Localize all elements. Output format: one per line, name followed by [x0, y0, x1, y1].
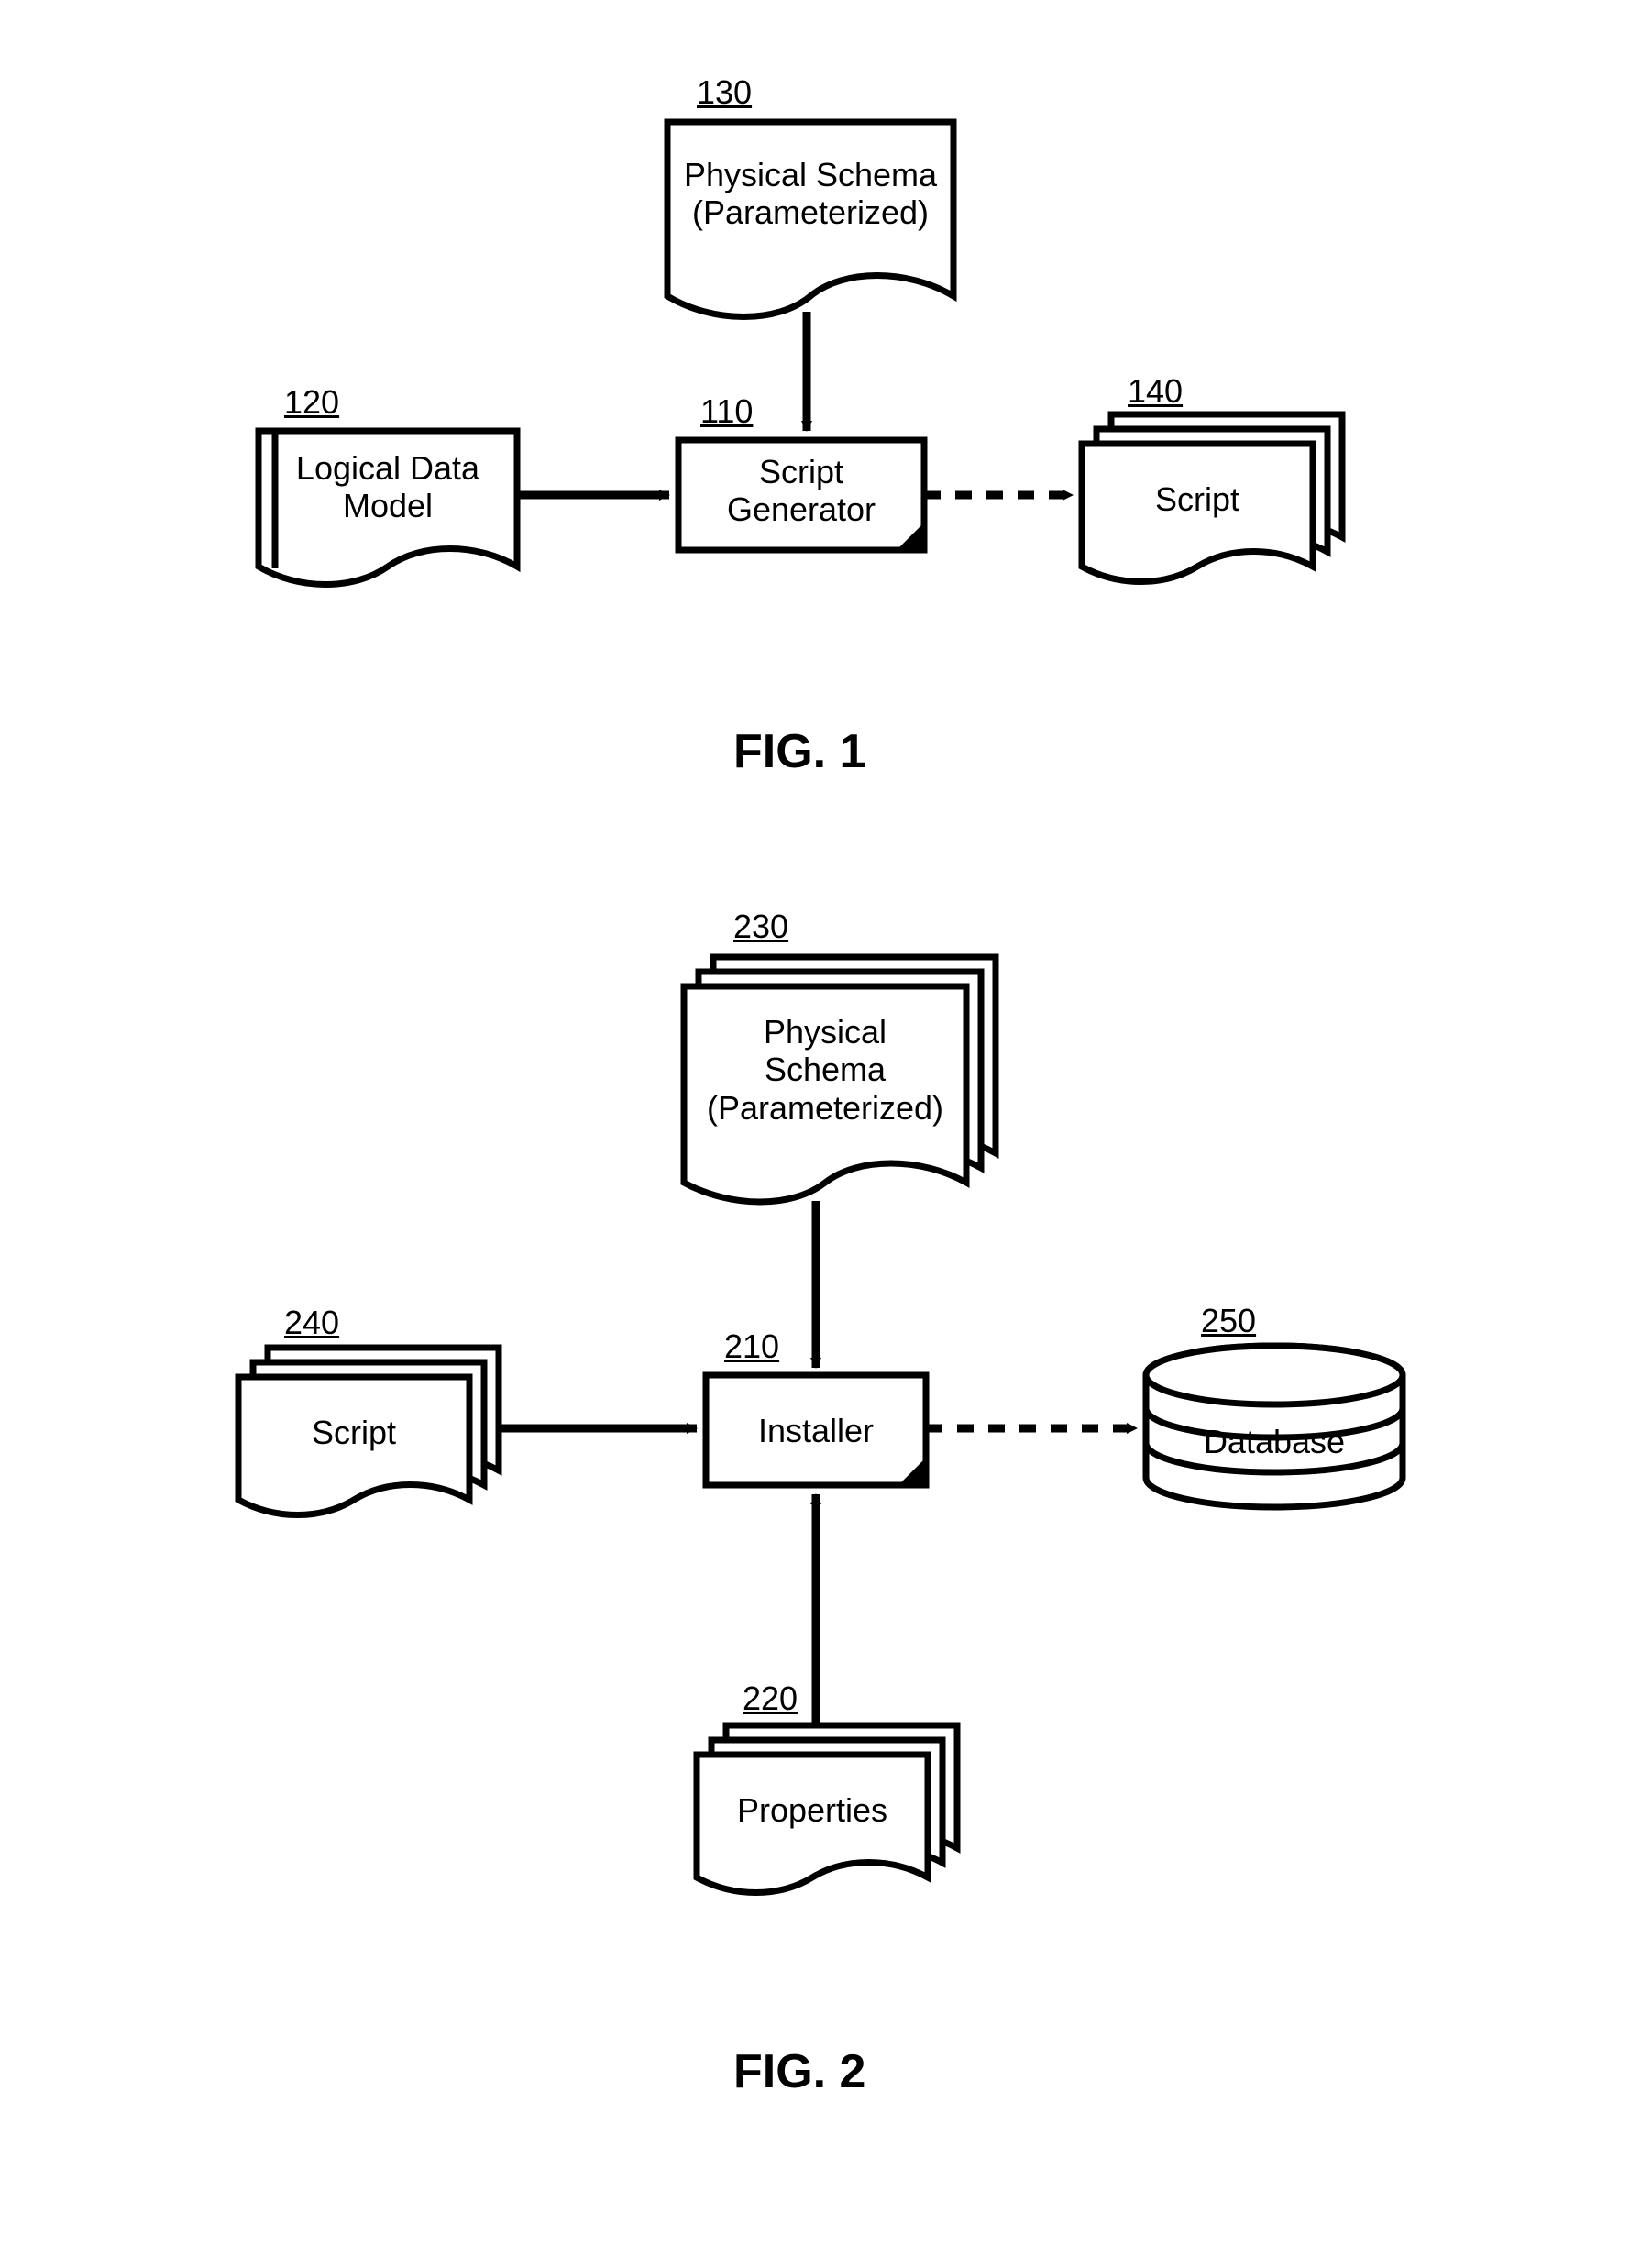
fig1-title: FIG. 1: [733, 724, 865, 779]
ref-num-240: 240: [284, 1304, 339, 1342]
label-script-fig2: Script: [238, 1414, 469, 1451]
ref-num-120: 120: [284, 383, 339, 422]
label-logical-data-model: Logical Data Model: [259, 449, 517, 525]
ref-num-140: 140: [1128, 372, 1183, 411]
label-script-generator: Script Generator: [678, 453, 924, 529]
ref-num-250: 250: [1201, 1302, 1256, 1340]
label-properties: Properties: [697, 1791, 928, 1829]
fig2-title: FIG. 2: [733, 2044, 865, 2099]
label-database: Database: [1146, 1423, 1403, 1460]
label-physical-schema-fig1: Physical Schema (Parameterized): [667, 156, 953, 232]
ref-num-110: 110: [700, 392, 753, 431]
label-physical-schema-fig2: Physical Schema (Parameterized): [684, 1013, 966, 1127]
ref-num-220: 220: [743, 1679, 798, 1718]
ref-num-210: 210: [724, 1327, 779, 1366]
ref-num-130: 130: [697, 73, 752, 112]
page: 130 120 110 140 Physical Schema (Paramet…: [0, 0, 1652, 2257]
ref-num-230: 230: [733, 908, 788, 946]
label-script-fig1: Script: [1082, 480, 1313, 518]
label-installer: Installer: [706, 1412, 926, 1449]
